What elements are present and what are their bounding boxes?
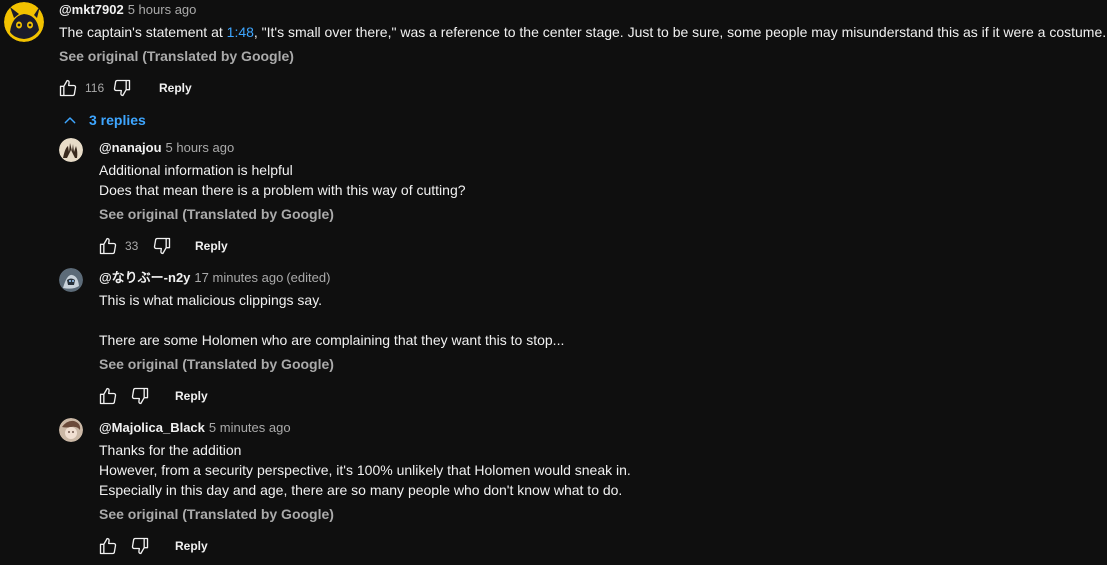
reply-button[interactable]: Reply (195, 239, 228, 253)
thumbs-down-icon (113, 79, 131, 97)
comment-line: This is what malicious clippings say. (99, 292, 323, 308)
replies-toggle-label: 3 replies (89, 112, 146, 128)
like-button[interactable] (97, 385, 119, 407)
comment-text: Thanks for the addition However, from a … (99, 440, 631, 500)
author-name[interactable]: @mkt7902 (59, 2, 124, 17)
comment-actions: Reply (97, 534, 208, 558)
comment-header: @mkt7902 5 hours ago (59, 1, 196, 19)
thumbs-down-icon (153, 237, 171, 255)
see-original-link[interactable]: See original (Translated by Google) (99, 354, 334, 374)
author-name[interactable]: @Majolica_Black (99, 420, 205, 435)
dislike-button[interactable] (151, 235, 173, 257)
avatar[interactable] (59, 138, 83, 162)
comment-header: @なりぶー-n2y 17 minutes ago (edited) (99, 269, 330, 287)
like-count: 33 (125, 239, 139, 253)
like-button[interactable] (97, 235, 119, 257)
dislike-button[interactable] (129, 535, 151, 557)
thumbs-up-icon (59, 79, 77, 97)
reply-button[interactable]: Reply (159, 81, 192, 95)
see-original-link[interactable]: See original (Translated by Google) (59, 46, 294, 66)
comment-line: Thanks for the addition (99, 442, 242, 458)
edited-label: (edited) (286, 270, 331, 285)
comment-text: This is what malicious clippings say. Th… (99, 290, 564, 350)
thumbs-up-icon (99, 237, 117, 255)
timestamp-link[interactable]: 1:48 (227, 24, 254, 40)
like-button[interactable] (97, 535, 119, 557)
dislike-button[interactable] (129, 385, 151, 407)
comment-time[interactable]: 5 minutes ago (209, 420, 291, 435)
comment-actions: Reply (97, 384, 208, 408)
comment-actions: 116 Reply (57, 76, 192, 100)
comment-time[interactable]: 5 hours ago (128, 2, 197, 17)
replies-toggle[interactable]: 3 replies (62, 110, 146, 130)
avatar[interactable] (4, 2, 44, 42)
reply-button[interactable]: Reply (175, 389, 208, 403)
comment-text-part: The captain's statement at (59, 24, 227, 40)
thumbs-down-icon (131, 537, 149, 555)
avatar[interactable] (59, 268, 83, 292)
comment-actions: 33 Reply (97, 234, 228, 258)
comment-line (99, 310, 564, 330)
comment-header: @Majolica_Black 5 minutes ago (99, 419, 291, 437)
comment-text: Additional information is helpful Does t… (99, 160, 466, 200)
author-name[interactable]: @なりぶー-n2y (99, 270, 190, 285)
comment-time[interactable]: 5 hours ago (166, 140, 235, 155)
thumbs-up-icon (99, 537, 117, 555)
comment-time[interactable]: 17 minutes ago (194, 270, 283, 285)
author-name[interactable]: @nanajou (99, 140, 162, 155)
see-original-link[interactable]: See original (Translated by Google) (99, 204, 334, 224)
comment-line: There are some Holomen who are complaini… (99, 332, 565, 348)
reply-button[interactable]: Reply (175, 539, 208, 553)
comment-line: Does that mean there is a problem with t… (99, 182, 466, 198)
like-button[interactable] (57, 77, 79, 99)
comment-line: Especially in this day and age, there ar… (99, 482, 623, 498)
comment-line: Additional information is helpful (99, 162, 293, 178)
thumbs-up-icon (99, 387, 117, 405)
comment-text-part: , "It's small over there," was a referen… (253, 24, 1107, 40)
comment-line: However, from a security perspective, it… (99, 462, 631, 478)
thumbs-down-icon (131, 387, 149, 405)
like-count: 116 (85, 81, 105, 95)
see-original-link[interactable]: See original (Translated by Google) (99, 504, 334, 524)
dislike-button[interactable] (111, 77, 133, 99)
avatar[interactable] (59, 418, 83, 442)
chevron-up-icon (64, 117, 76, 124)
comment-text: The captain's statement at 1:48, "It's s… (59, 22, 1106, 42)
comment-header: @nanajou 5 hours ago (99, 139, 234, 157)
